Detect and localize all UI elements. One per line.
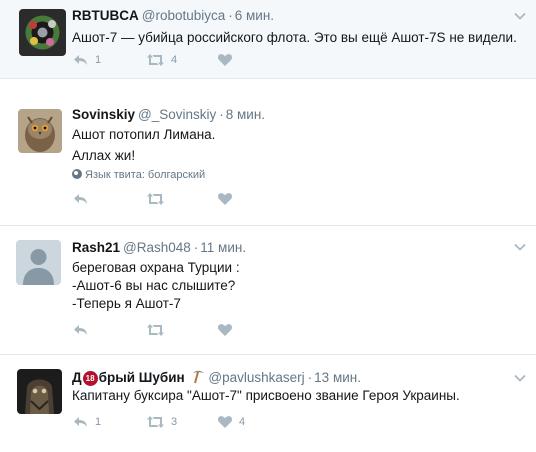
avatar[interactable] <box>17 369 62 414</box>
display-name[interactable]: RBTUBCA <box>72 8 139 23</box>
tweet[interactable]: Д 18 брый Шубин @pavlushkaserj · 13 мин. Кап… <box>0 360 536 452</box>
avatar[interactable] <box>16 240 61 285</box>
reply-icon <box>74 324 88 336</box>
username[interactable]: @Rash048 <box>123 240 191 255</box>
timestamp[interactable]: 13 мин. <box>314 370 361 385</box>
like-icon <box>218 54 232 66</box>
retweet-icon <box>147 324 164 336</box>
reply-button[interactable]: 1 <box>74 54 101 66</box>
display-name-part: Д <box>72 370 82 385</box>
like-icon <box>218 324 232 336</box>
tweet-text-line: Ашот потопил Лимана. <box>72 127 216 142</box>
reply-button[interactable] <box>74 324 95 336</box>
username[interactable]: @pavlushkaserj <box>208 370 304 385</box>
tweet[interactable]: Rash21 @Rash048 · 11 мин. береговая охрана … <box>0 232 536 347</box>
reply-count: 1 <box>95 416 102 428</box>
divider <box>0 78 536 79</box>
retweet-icon <box>147 193 164 205</box>
display-name[interactable]: Sovinskiy <box>72 107 135 122</box>
retweet-icon <box>147 416 164 428</box>
globe-icon <box>72 169 82 179</box>
tweet-text-line: -Ашот-6 вы нас слышите? <box>72 278 236 293</box>
tweet-language[interactable]: Язык твита: болгарский <box>72 169 205 181</box>
tweet-text-line: -Теперь я Ашот-7 <box>72 296 181 311</box>
like-button[interactable] <box>218 54 239 66</box>
username[interactable]: @robotubiyca <box>142 8 226 23</box>
separator: · <box>219 107 224 122</box>
chevron-down-icon[interactable] <box>514 10 526 22</box>
like-icon <box>218 193 232 205</box>
retweet-count: 3 <box>171 416 178 428</box>
display-name[interactable]: Д 18 брый Шубин <box>72 370 185 386</box>
separator: · <box>307 370 313 385</box>
username[interactable]: @_Sovinskiy <box>138 107 216 122</box>
divider <box>0 354 536 355</box>
timestamp[interactable]: 8 мин. <box>226 107 265 122</box>
tweet-text-line: Аллах жи! <box>72 148 136 163</box>
retweet-button[interactable] <box>147 193 171 205</box>
display-name[interactable]: Rash21 <box>72 240 120 255</box>
tweet[interactable]: Sovinskiy @_Sovinskiy · 8 мин. Ашот потопил… <box>0 95 536 219</box>
retweet-button[interactable]: 4 <box>147 54 177 66</box>
like-button[interactable] <box>218 193 239 205</box>
timestamp[interactable]: 6 мин. <box>235 8 274 23</box>
reply-icon <box>74 416 88 428</box>
tweet-text-line: береговая охрана Турции : <box>72 260 240 275</box>
reply-icon <box>74 54 88 66</box>
like-button[interactable] <box>218 324 239 336</box>
retweet-icon <box>147 54 164 66</box>
age-badge: 18 <box>82 371 98 386</box>
pickaxe-icon <box>191 370 205 387</box>
reply-icon <box>74 193 88 205</box>
retweet-button[interactable]: 3 <box>147 416 177 428</box>
like-icon <box>218 416 232 428</box>
separator: · <box>228 8 233 23</box>
like-button[interactable]: 4 <box>218 416 245 428</box>
avatar[interactable] <box>19 9 66 56</box>
reply-button[interactable]: 1 <box>74 416 101 428</box>
tweet-text: Ашот-7 — убийца российского флота. Это в… <box>72 30 517 45</box>
timestamp[interactable]: 11 мин. <box>200 240 246 255</box>
tweet[interactable]: RBTUBCA @robotubiyca · 6 мин. Ашот-7 — убий… <box>0 0 536 78</box>
display-name-part: брый Шубин <box>98 370 185 385</box>
language-label: Язык твита: болгарский <box>85 169 206 181</box>
tweet-text: Капитану буксира "Ашот-7" присвоено зван… <box>72 388 460 403</box>
like-count: 4 <box>239 416 246 428</box>
retweet-count: 4 <box>171 54 178 66</box>
retweet-button[interactable] <box>147 324 171 336</box>
avatar[interactable] <box>18 109 62 153</box>
separator: · <box>193 240 199 255</box>
chevron-down-icon[interactable] <box>514 241 526 253</box>
reply-button[interactable] <box>74 193 95 205</box>
reply-count: 1 <box>95 54 102 66</box>
divider <box>0 225 536 226</box>
chevron-down-icon[interactable] <box>514 372 526 384</box>
